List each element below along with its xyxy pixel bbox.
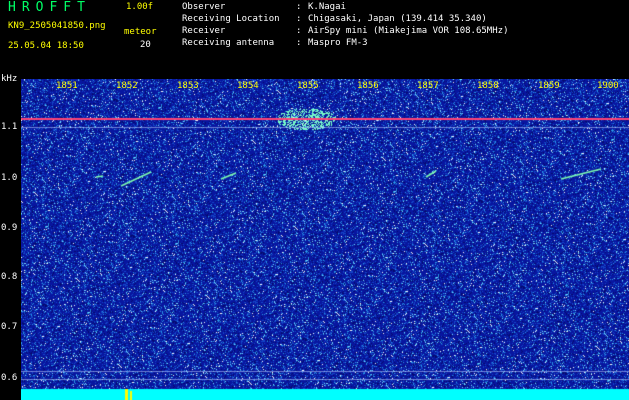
info-observer-sep: : <box>296 2 302 12</box>
app-version: 1.00f <box>126 2 154 12</box>
info-receiver-label: Receiver <box>182 26 226 36</box>
observation-datetime: 25.05.04 18:50 <box>8 41 84 51</box>
info-antenna-value: Maspro FM-3 <box>308 38 368 48</box>
y-tick-label: 1.0 <box>1 173 18 183</box>
info-location-value: Chigasaki, Japan (139.414 35.340) <box>308 14 487 24</box>
time-tick-label: 1859 <box>538 81 560 91</box>
time-tick-label: 1852 <box>116 81 138 91</box>
info-receiver-sep: : <box>296 26 302 36</box>
waterfall-spectrogram <box>21 79 629 400</box>
info-location-sep: : <box>296 14 302 24</box>
time-tick-label: 1854 <box>237 81 259 91</box>
info-receiver-value: AirSpy mini (Miakejima VOR 108.65MHz) <box>308 26 509 36</box>
hrofft-window: HROFFT 1.00f KN9_2505041850.png meteor 2… <box>0 0 629 400</box>
y-tick-label: 0.8 <box>1 272 18 282</box>
file-name: KN9_2505041850.png <box>8 21 106 31</box>
app-title: HROFFT <box>8 0 91 15</box>
time-tick-label: 1855 <box>297 81 319 91</box>
time-tick-label: 1853 <box>177 81 199 91</box>
y-axis-unit: kHz <box>1 74 18 84</box>
time-tick-label: 1900 <box>597 81 619 91</box>
time-tick-label: 1856 <box>357 81 379 91</box>
info-location-label: Receiving Location <box>182 14 280 24</box>
info-observer-label: Observer <box>182 2 226 12</box>
y-tick-label: 1.1 <box>1 122 18 132</box>
info-antenna-sep: : <box>296 38 302 48</box>
meteor-label: meteor <box>124 27 157 37</box>
meteor-count: 20 <box>140 40 151 50</box>
time-tick-label: 1858 <box>477 81 499 91</box>
time-tick-label: 1851 <box>56 81 78 91</box>
y-tick-label: 0.7 <box>1 322 18 332</box>
y-tick-label: 0.6 <box>1 373 18 383</box>
info-observer-value: K.Nagai <box>308 2 346 12</box>
time-tick-label: 1857 <box>417 81 439 91</box>
info-antenna-label: Receiving antenna <box>182 38 275 48</box>
y-tick-label: 0.9 <box>1 223 18 233</box>
